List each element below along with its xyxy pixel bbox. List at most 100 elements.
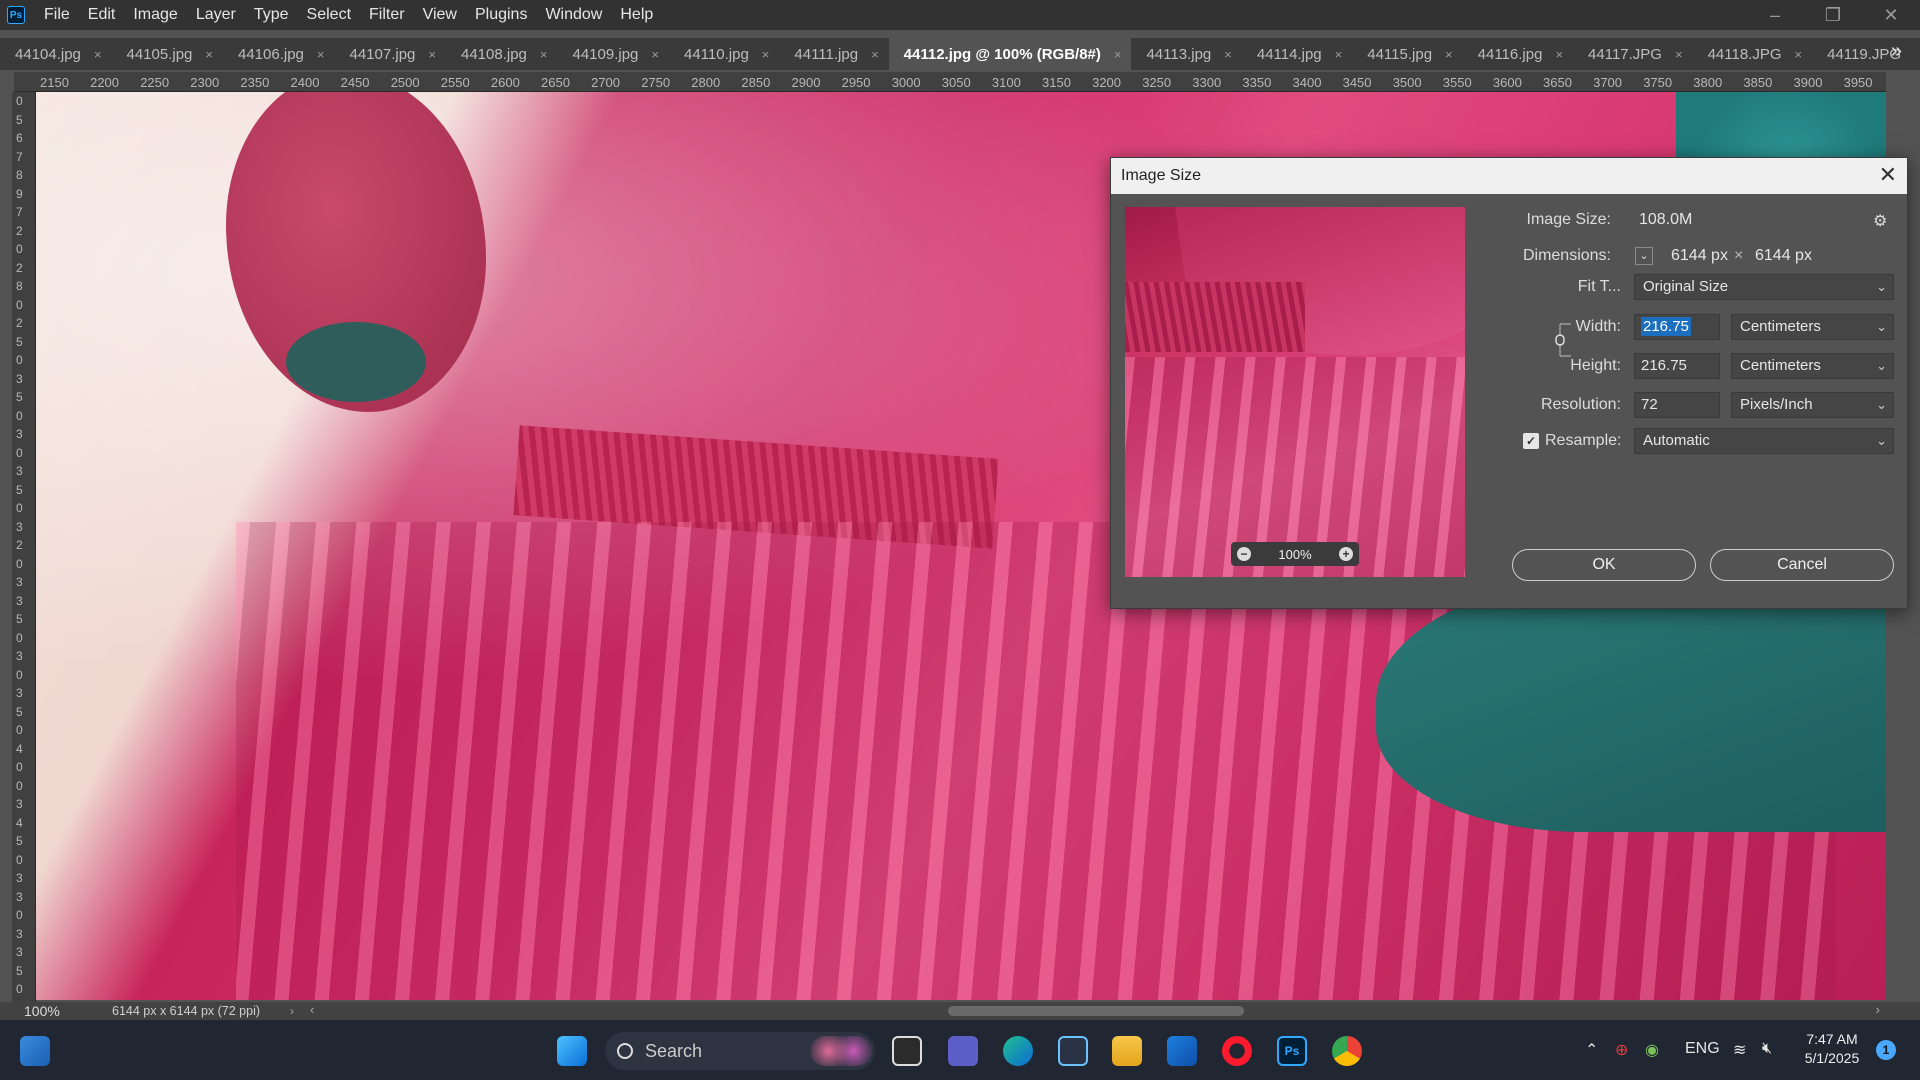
volume-muted-icon[interactable]: 🔇︎ <box>1762 1040 1772 1058</box>
tab-close-icon[interactable]: × <box>317 47 325 62</box>
tab-close-icon[interactable]: × <box>1555 47 1563 62</box>
chevron-down-icon: ⌄ <box>1876 433 1887 448</box>
minimize-button[interactable]: – <box>1746 0 1804 30</box>
opera-browser-icon[interactable] <box>1222 1036 1252 1066</box>
tab-close-icon[interactable]: × <box>205 47 213 62</box>
zoom-level-field[interactable]: 100% <box>0 1002 90 1020</box>
tab-close-icon[interactable]: × <box>762 47 770 62</box>
dialog-close-icon[interactable]: ✕ <box>1879 162 1897 188</box>
menu-select[interactable]: Select <box>298 0 360 30</box>
tab-44118[interactable]: 44118.JPG × <box>1692 38 1813 70</box>
horizontal-scrollbar[interactable]: ‹ › <box>310 1002 1880 1017</box>
close-window-button[interactable]: ✕ <box>1862 0 1920 30</box>
tab-44109[interactable]: 44109.jpg × <box>557 38 669 70</box>
tab-close-icon[interactable]: × <box>1675 47 1683 62</box>
menu-plugins[interactable]: Plugins <box>466 0 536 30</box>
tray-vpn-icon[interactable]: ⊕ <box>1615 1040 1628 1060</box>
tab-close-icon[interactable]: × <box>540 47 548 62</box>
tab-44106[interactable]: 44106.jpg × <box>223 38 335 70</box>
zoom-in-icon[interactable]: + <box>1339 547 1353 561</box>
document-tab-bar: 44104.jpg × 44105.jpg × 44106.jpg × 44107.j… <box>0 38 1920 70</box>
tab-44115[interactable]: 44115.jpg × <box>1352 38 1463 70</box>
tab-close-icon[interactable]: × <box>1114 47 1122 62</box>
chrome-browser-icon[interactable] <box>1332 1036 1362 1066</box>
menu-filter[interactable]: Filter <box>360 0 414 30</box>
scrollbar-thumb[interactable] <box>948 1006 1244 1016</box>
height-unit-dropdown[interactable]: Centimeters ⌄ <box>1731 353 1894 379</box>
start-windows-icon[interactable] <box>557 1036 587 1066</box>
ok-button[interactable]: OK <box>1512 549 1696 581</box>
tray-overflow-chevron-icon[interactable]: ⌃ <box>1585 1040 1598 1060</box>
resolution-input[interactable]: 72 <box>1634 392 1720 418</box>
ruler-v-digit: 2 <box>16 316 23 330</box>
photoshop-taskbar-icon[interactable]: Ps <box>1277 1036 1307 1066</box>
ruler-v-digit: 0 <box>16 408 23 423</box>
chevron-down-icon: ⌄ <box>1876 358 1887 373</box>
menu-image[interactable]: Image <box>124 0 186 30</box>
scroll-left-icon[interactable]: ‹ <box>310 1002 314 1017</box>
tab-close-icon[interactable]: × <box>1335 47 1343 62</box>
tab-close-icon[interactable]: × <box>428 47 436 62</box>
menu-file[interactable]: File <box>35 0 79 30</box>
taskbar-clock[interactable]: 7:47 AM 5/1/2025 <box>1792 1030 1872 1068</box>
settings-gear-icon[interactable]: ⚙ <box>1873 211 1887 231</box>
notification-badge[interactable]: 1 <box>1876 1040 1896 1060</box>
tab-close-icon[interactable]: × <box>1224 47 1232 62</box>
tab-44113[interactable]: 44113.jpg × <box>1131 38 1242 70</box>
cancel-button[interactable]: Cancel <box>1710 549 1894 581</box>
tab-44112-active[interactable]: 44112.jpg @ 100% (RGB/8#) × <box>888 38 1132 70</box>
ruler-v-digit: 0 <box>16 630 23 645</box>
edge-browser-icon[interactable] <box>1003 1036 1033 1066</box>
menu-type[interactable]: Type <box>245 0 298 30</box>
canvas-teal-bag-shape <box>1376 572 1886 832</box>
preview-zoom-control: − 100% + <box>1231 542 1359 566</box>
tab-44110[interactable]: 44110.jpg × <box>669 38 780 70</box>
camera-app-icon[interactable] <box>1058 1036 1088 1066</box>
wifi-icon[interactable]: ≋ <box>1733 1040 1746 1060</box>
microsoft-store-icon[interactable] <box>1167 1036 1197 1066</box>
tab-44108[interactable]: 44108.jpg × <box>446 38 558 70</box>
ruler-v-digit: 0 <box>16 778 23 793</box>
task-view-icon[interactable] <box>892 1036 922 1066</box>
tab-44117[interactable]: 44117.JPG × <box>1573 38 1693 70</box>
image-preview[interactable]: − 100% + <box>1125 207 1465 577</box>
width-input[interactable]: 216.75 <box>1634 314 1720 340</box>
width-unit-dropdown[interactable]: Centimeters ⌄ <box>1731 314 1894 340</box>
language-indicator[interactable]: ENG <box>1685 1040 1720 1058</box>
ruler-v-digit: 0 <box>16 667 23 682</box>
tab-44114[interactable]: 44114.jpg × <box>1241 38 1353 70</box>
fit-to-dropdown[interactable]: Original Size ⌄ <box>1634 274 1894 300</box>
resolution-unit-dropdown[interactable]: Pixels/Inch ⌄ <box>1731 392 1894 418</box>
menu-layer[interactable]: Layer <box>187 0 245 30</box>
tab-44105[interactable]: 44105.jpg × <box>111 38 223 70</box>
restore-button[interactable]: ❐ <box>1804 0 1862 30</box>
status-menu-arrow-icon[interactable]: › <box>290 1004 294 1018</box>
menu-edit[interactable]: Edit <box>79 0 125 30</box>
tab-close-icon[interactable]: × <box>1445 47 1453 62</box>
tray-app-globe-icon[interactable]: ◉ <box>1645 1040 1659 1060</box>
height-input[interactable]: 216.75 <box>1634 353 1720 379</box>
menu-window[interactable]: Window <box>536 0 611 30</box>
tab-44107[interactable]: 44107.jpg × <box>334 38 446 70</box>
ruler-h-label: 3450 <box>1342 75 1372 90</box>
resample-checkbox[interactable]: ✓ <box>1523 433 1539 449</box>
scroll-right-icon[interactable]: › <box>1876 1002 1880 1017</box>
dimensions-unit-chevron-icon[interactable]: ⌄ <box>1635 247 1653 265</box>
resample-dropdown[interactable]: Automatic ⌄ <box>1634 428 1894 454</box>
teams-chat-icon[interactable] <box>948 1036 978 1066</box>
tab-44104[interactable]: 44104.jpg × <box>0 38 112 70</box>
tab-44111[interactable]: 44111.jpg × <box>779 38 889 70</box>
menu-view[interactable]: View <box>414 0 466 30</box>
tab-close-icon[interactable]: × <box>94 47 102 62</box>
ruler-v-digit: 9 <box>16 186 23 201</box>
menu-help[interactable]: Help <box>611 0 662 30</box>
tab-close-icon[interactable]: × <box>651 47 659 62</box>
tab-close-icon[interactable]: × <box>871 47 879 62</box>
tab-44116[interactable]: 44116.jpg × <box>1462 38 1574 70</box>
widgets-icon[interactable] <box>20 1036 50 1066</box>
tab-label: 44107.jpg <box>349 45 416 63</box>
zoom-out-icon[interactable]: − <box>1237 547 1251 561</box>
tab-overflow-icon[interactable]: » <box>1891 40 1902 63</box>
file-explorer-icon[interactable] <box>1112 1036 1142 1066</box>
tab-close-icon[interactable]: × <box>1795 47 1803 62</box>
